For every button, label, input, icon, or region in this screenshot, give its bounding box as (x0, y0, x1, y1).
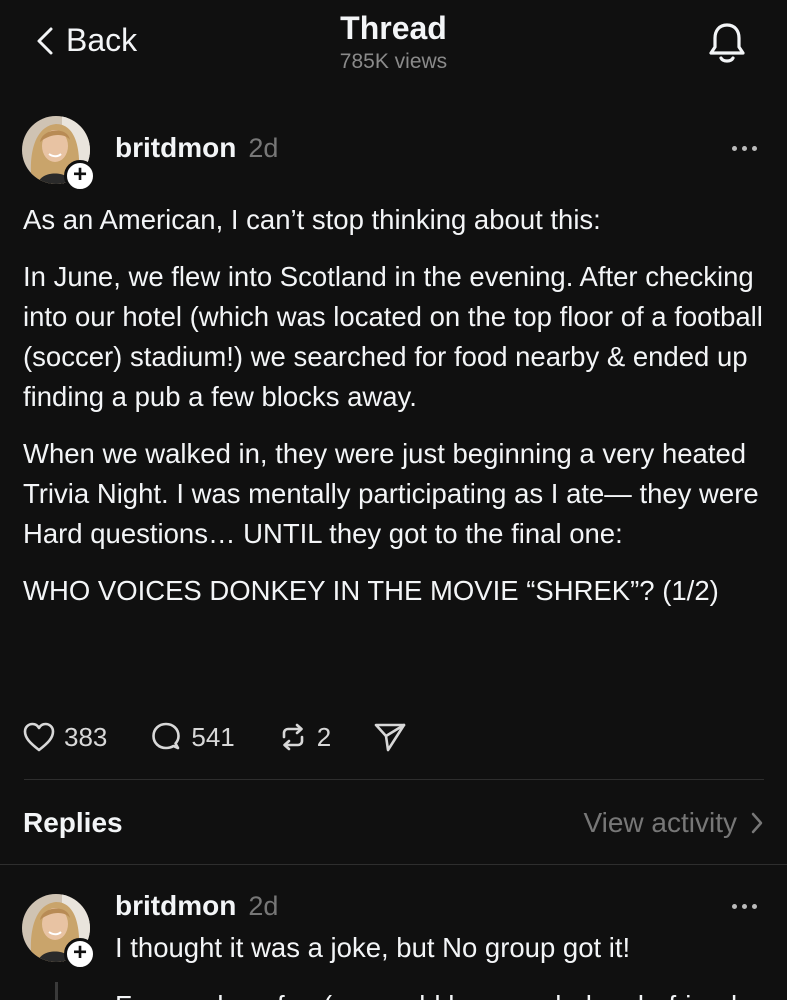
view-activity-link[interactable]: View activity (583, 807, 763, 839)
more-dot-icon (741, 145, 747, 151)
repost-button[interactable]: 2 (277, 721, 331, 753)
more-dot-icon (751, 145, 757, 151)
view-activity-label: View activity (583, 807, 737, 838)
username[interactable]: britdmon (115, 132, 236, 164)
send-icon (374, 723, 406, 752)
more-dot-icon (751, 903, 757, 909)
more-dot-icon (741, 903, 747, 909)
post-body: As an American, I can’t stop thinking ab… (23, 200, 773, 628)
repost-count: 2 (316, 721, 332, 752)
repost-icon (282, 723, 304, 751)
post-paragraph: As an American, I can’t stop thinking ab… (23, 204, 601, 235)
more-dot-icon (731, 145, 737, 151)
more-options-button[interactable] (724, 136, 764, 160)
reply-continuation: For a pub so fun (we could have ended up… (115, 990, 737, 1000)
avatar-container[interactable]: + (22, 894, 96, 970)
more-options-button[interactable] (724, 894, 764, 918)
avatar-container[interactable]: + (22, 116, 96, 192)
bell-icon (709, 23, 745, 63)
post-paragraph: In June, we flew into Scotland in the ev… (23, 261, 763, 412)
more-dot-icon (731, 903, 737, 909)
post-paragraph: WHO VOICES DONKEY IN THE MOVIE “SHREK”? … (23, 575, 719, 606)
username[interactable]: britdmon (115, 890, 236, 922)
views-count: 785K views (339, 50, 448, 73)
share-button[interactable] (373, 721, 407, 753)
follow-button[interactable]: + (64, 938, 96, 970)
top-bar: Back Thread 785K views (0, 0, 787, 90)
plus-icon: + (72, 161, 87, 188)
comment-icon (152, 722, 181, 750)
heart-icon (23, 722, 55, 752)
divider (0, 864, 787, 865)
post-paragraph: When we walked in, they were just beginn… (23, 438, 759, 549)
reply-text: I thought it was a joke, but No group go… (115, 932, 631, 963)
author-line: britdmon 2d (115, 890, 278, 922)
chevron-right-icon (751, 812, 763, 834)
like-button[interactable]: 383 (22, 721, 107, 753)
divider (24, 779, 764, 780)
thread-line (55, 982, 58, 1000)
action-bar: 383 541 2 (22, 712, 449, 762)
post-time: 2d (248, 133, 279, 163)
reply-count: 541 (191, 721, 235, 752)
author-line: britdmon 2d (115, 132, 278, 164)
replies-header: Replies View activity (23, 800, 763, 846)
reply-button[interactable]: 541 (149, 720, 235, 754)
reply-time: 2d (248, 891, 279, 921)
title-block: Thread 785K views (0, 10, 787, 74)
notifications-button[interactable] (700, 16, 754, 70)
replies-label: Replies (23, 807, 123, 838)
page-title: Thread (340, 10, 447, 46)
follow-button[interactable]: + (64, 160, 96, 192)
plus-icon: + (72, 939, 87, 966)
like-count: 383 (64, 721, 108, 752)
